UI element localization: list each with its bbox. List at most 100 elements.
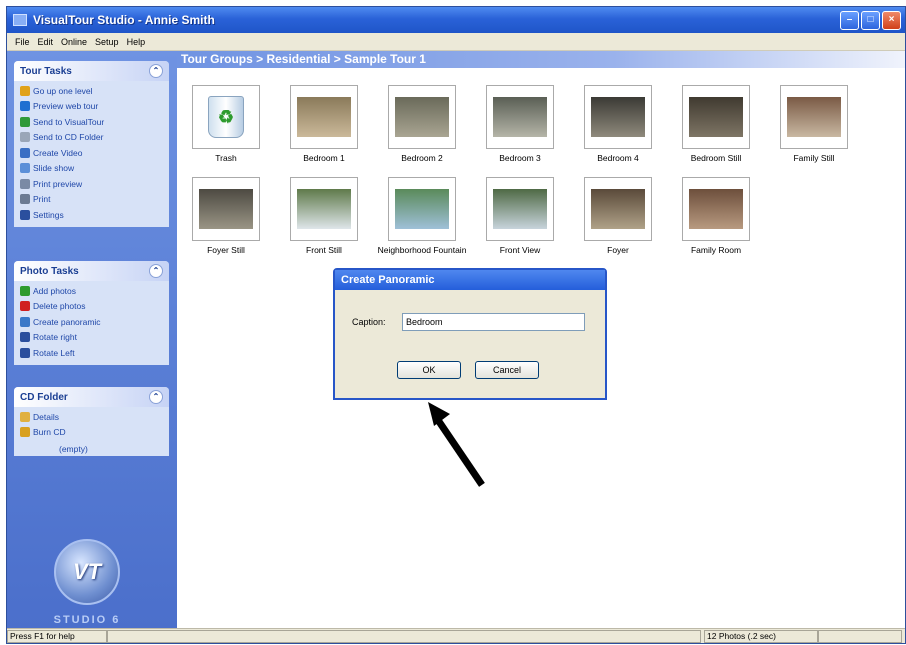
cd-folder-list: Details Burn CD	[14, 407, 169, 444]
photo-thumbnail[interactable]: Bedroom 1	[279, 85, 369, 163]
burn-cd-icon	[20, 427, 30, 438]
printer-icon	[20, 194, 30, 205]
task-item-slide-show[interactable]: Slide show	[20, 161, 163, 177]
photo-image	[297, 189, 351, 229]
task-label: Rotate Left	[33, 347, 75, 358]
task-item-preview-web-tour[interactable]: Preview web tour	[20, 99, 163, 115]
photo-thumbnail[interactable]: Foyer	[573, 177, 663, 255]
thumbnail-frame	[388, 177, 456, 241]
photo-thumbnail[interactable]: Neighborhood Fountain	[377, 177, 467, 255]
caption-input[interactable]	[402, 313, 585, 331]
thumbnail-frame	[682, 85, 750, 149]
breadcrumb: Tour Groups > Residential > Sample Tour …	[177, 51, 905, 68]
thumbnail-label: Front View	[499, 245, 541, 255]
photo-image	[591, 97, 645, 137]
menu-edit[interactable]: Edit	[34, 37, 58, 47]
collapse-chevron-icon[interactable]: ⌃	[149, 64, 163, 78]
task-item-create-video[interactable]: Create Video	[20, 145, 163, 161]
close-button[interactable]: ×	[882, 11, 901, 30]
photo-thumbnail[interactable]: Bedroom Still	[671, 85, 761, 163]
photo-image	[199, 189, 253, 229]
task-item-go-up-one-level[interactable]: Go up one level	[20, 83, 163, 99]
pointer-arrow-icon	[428, 402, 485, 487]
tour-tasks-title: Tour Tasks	[20, 65, 72, 77]
thumbnail-frame	[486, 177, 554, 241]
photo-thumbnail[interactable]: ♻ Trash	[181, 85, 271, 163]
cd-empty-note: (empty)	[59, 444, 88, 454]
thumbnail-label: Family Still	[793, 153, 835, 163]
task-item-settings[interactable]: Settings	[20, 207, 163, 223]
photo-tasks-header[interactable]: Photo Tasks ⌃	[14, 261, 169, 281]
cd-icon	[20, 132, 30, 143]
add-icon	[20, 285, 30, 296]
recycle-bin-icon: ♻	[208, 96, 244, 138]
status-extra	[818, 630, 902, 643]
photo-thumbnail[interactable]: Family Still	[769, 85, 859, 163]
task-label: Send to CD Folder	[33, 132, 104, 143]
status-help: Press F1 for help	[7, 630, 107, 643]
task-label: Details	[33, 411, 59, 422]
task-item-send-to-cd-folder[interactable]: Send to CD Folder	[20, 130, 163, 146]
thumbnail-frame	[290, 85, 358, 149]
thumbnail-label: Foyer	[607, 245, 629, 255]
task-label: Settings	[33, 209, 64, 220]
task-item-rotate-left[interactable]: Rotate Left	[20, 345, 163, 361]
photo-thumbnail[interactable]: Front Still	[279, 177, 369, 255]
photo-image	[493, 97, 547, 137]
photo-image	[689, 189, 743, 229]
photo-thumbnail[interactable]: Bedroom 3	[475, 85, 565, 163]
folder-up-icon	[20, 85, 30, 96]
task-item-delete-photos[interactable]: Delete photos	[20, 299, 163, 315]
collapse-chevron-icon[interactable]: ⌃	[149, 390, 163, 404]
thumbnail-label: Bedroom 2	[401, 153, 443, 163]
task-item-burn-cd[interactable]: Burn CD	[20, 425, 163, 441]
task-item-details[interactable]: Details	[20, 409, 163, 425]
task-label: Print preview	[33, 178, 83, 189]
menu-online[interactable]: Online	[57, 37, 91, 47]
menu-help[interactable]: Help	[123, 37, 150, 47]
thumbnail-label: Foyer Still	[207, 245, 245, 255]
photo-image	[591, 189, 645, 229]
ok-button[interactable]: OK	[397, 361, 461, 379]
cd-folder-header[interactable]: CD Folder ⌃	[14, 387, 169, 407]
collapse-chevron-icon[interactable]: ⌃	[149, 264, 163, 278]
photo-thumbnail[interactable]: Family Room	[671, 177, 761, 255]
thumbnail-frame	[584, 85, 652, 149]
task-item-create-panoramic[interactable]: Create panoramic	[20, 314, 163, 330]
task-label: Create Video	[33, 147, 83, 158]
menu-file[interactable]: File	[11, 37, 34, 47]
task-label: Rotate right	[33, 332, 77, 343]
photo-image	[689, 97, 743, 137]
trash-frame: ♻	[192, 85, 260, 149]
task-item-print-preview[interactable]: Print preview	[20, 176, 163, 192]
thumbnail-label: Trash	[215, 153, 237, 163]
task-item-print[interactable]: Print	[20, 192, 163, 208]
thumbnail-label: Neighborhood Fountain	[377, 245, 467, 255]
thumbnail-frame	[682, 177, 750, 241]
task-item-add-photos[interactable]: Add photos	[20, 283, 163, 299]
create-panoramic-dialog: Create Panoramic Caption: OK Cancel	[333, 268, 607, 400]
task-label: Preview web tour	[33, 101, 99, 112]
title-bar[interactable]: VisualTour Studio - Annie Smith – □ ×	[7, 7, 905, 33]
photo-thumbnail[interactable]: Foyer Still	[181, 177, 271, 255]
tour-tasks-header[interactable]: Tour Tasks ⌃	[14, 61, 169, 81]
maximize-button[interactable]: □	[861, 11, 880, 30]
menu-setup[interactable]: Setup	[91, 37, 123, 47]
studio-logo: VT	[54, 539, 120, 605]
photo-tasks-list: Add photos Delete photos Create panoramic R…	[14, 281, 169, 365]
logo-text: STUDIO 6	[53, 614, 121, 626]
window-controls: – □ ×	[840, 11, 901, 30]
task-item-send-to-visualtour[interactable]: Send to VisualTour	[20, 114, 163, 130]
photo-image	[297, 97, 351, 137]
photo-thumbnail[interactable]: Bedroom 4	[573, 85, 663, 163]
dialog-title[interactable]: Create Panoramic	[335, 270, 605, 290]
photo-thumbnail[interactable]: Bedroom 2	[377, 85, 467, 163]
cancel-button[interactable]: Cancel	[475, 361, 539, 379]
task-label: Go up one level	[33, 85, 93, 96]
task-item-rotate-right[interactable]: Rotate right	[20, 330, 163, 346]
photo-thumbnail[interactable]: Front View	[475, 177, 565, 255]
photo-tasks-title: Photo Tasks	[20, 265, 79, 277]
task-label: Delete photos	[33, 301, 86, 312]
thumbnail-label: Family Room	[690, 245, 742, 255]
minimize-button[interactable]: –	[840, 11, 859, 30]
